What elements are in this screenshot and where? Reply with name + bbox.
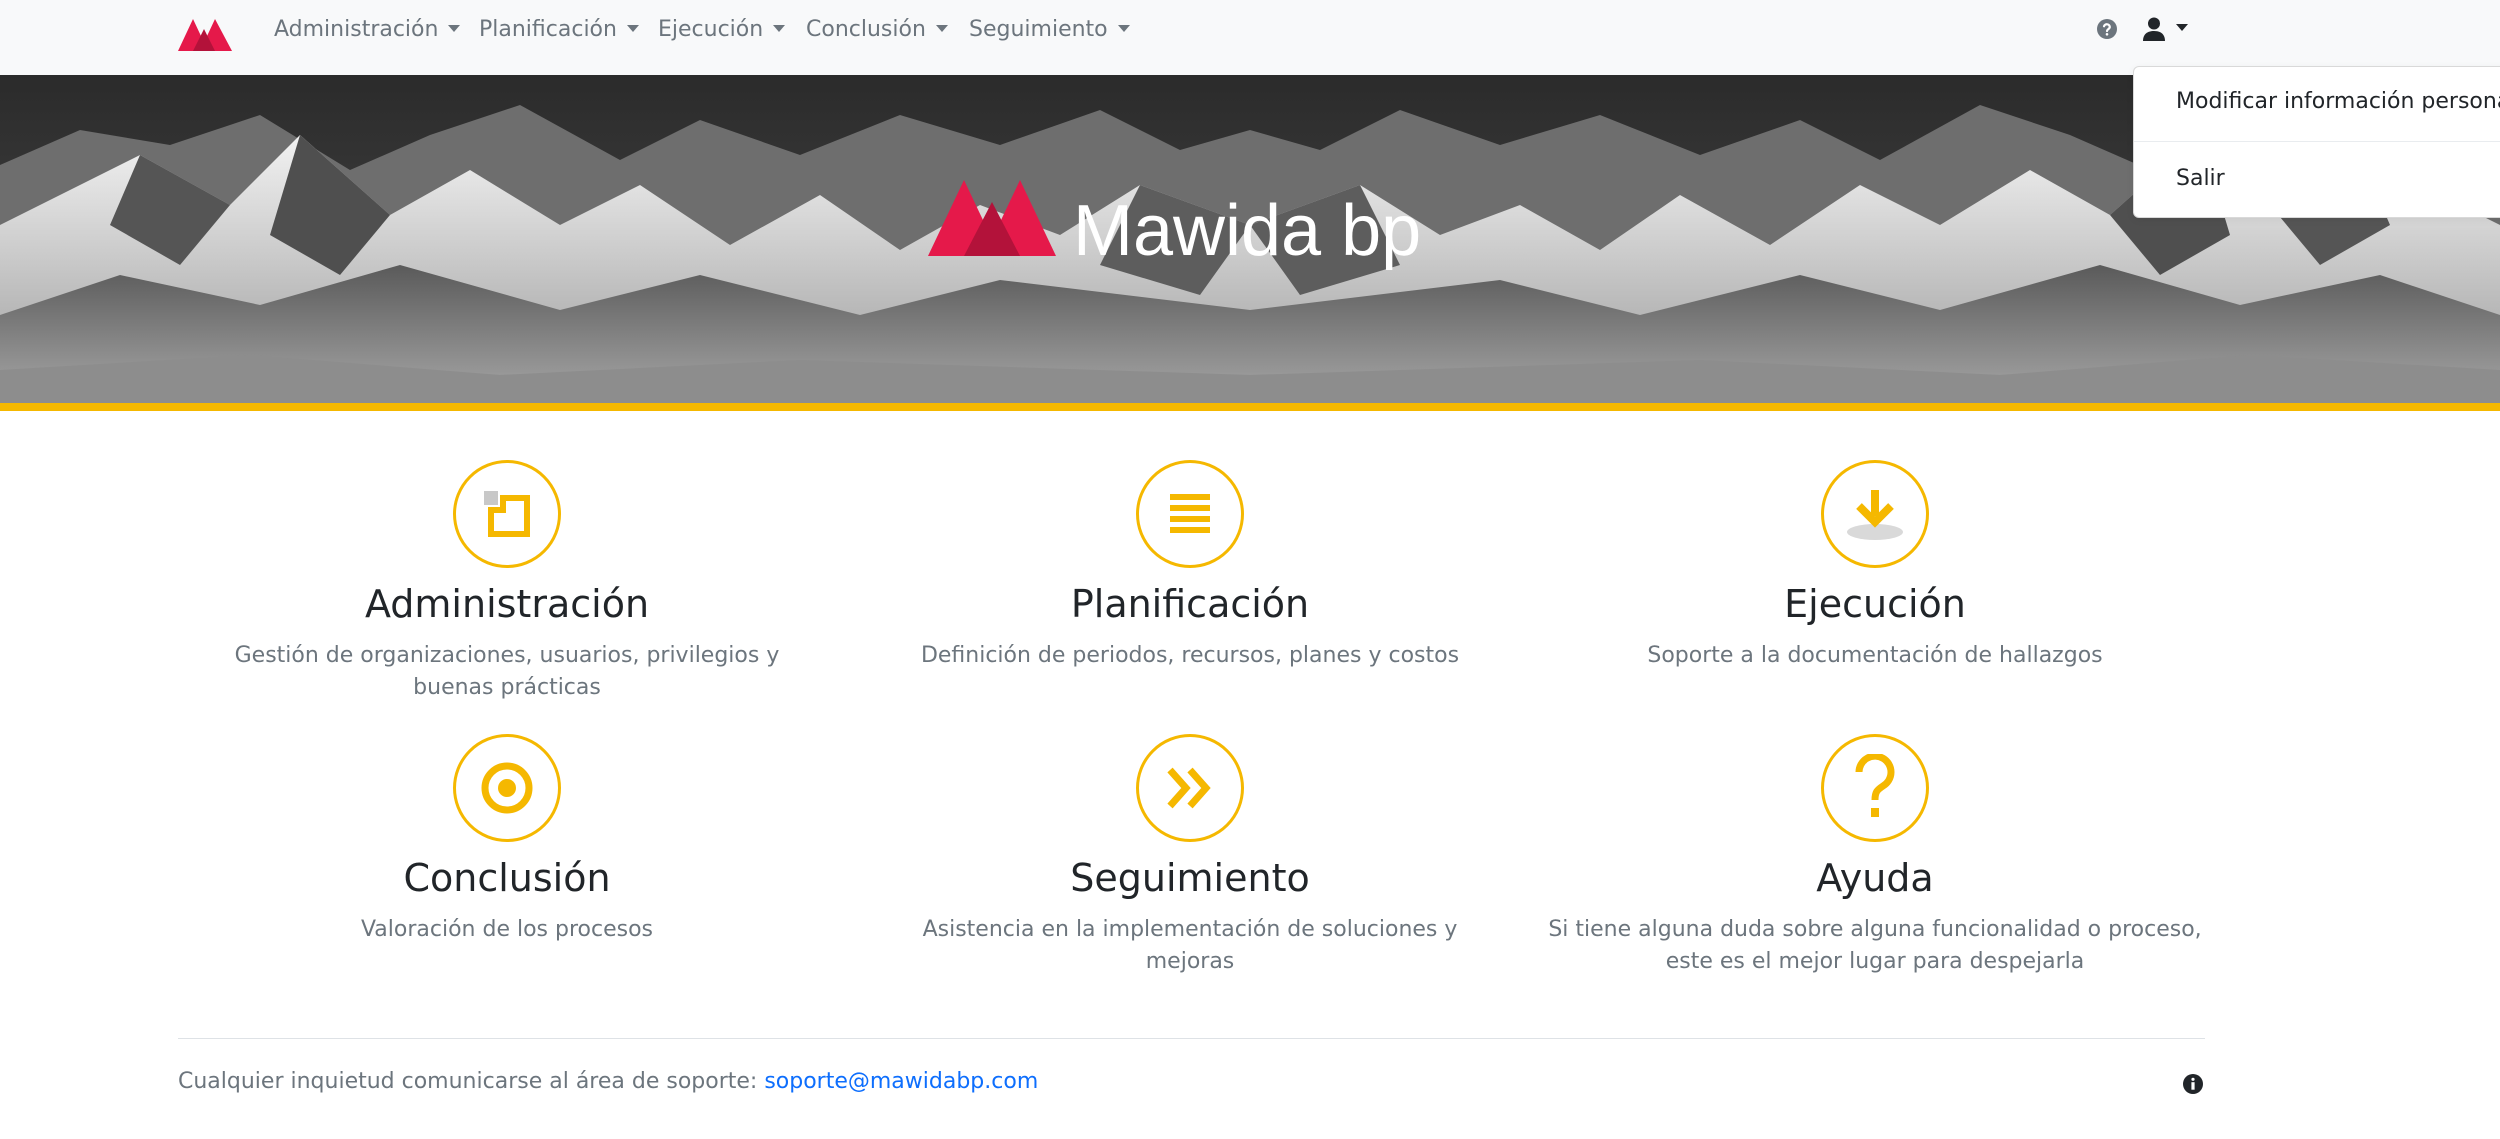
footer-support-text: Cualquier inquietud comunicarse al área …: [178, 1069, 1038, 1094]
feature-ayuda: Ayuda Si tiene alguna duda sobre alguna …: [1545, 734, 2205, 978]
feature-icon-button[interactable]: [453, 460, 561, 568]
nav-menu-planificacion[interactable]: Planificación: [479, 0, 639, 60]
feature-description: Definición de periodos, recursos, planes…: [920, 643, 1460, 668]
hero-brand-logo: [928, 180, 1056, 256]
menu-item-salir[interactable]: Salir: [2176, 166, 2225, 191]
feature-icon-button[interactable]: [1821, 460, 1929, 568]
feature-title[interactable]: Seguimiento: [880, 854, 1500, 902]
question-mark-icon: [1855, 754, 1895, 817]
feature-title[interactable]: Ejecución: [1565, 580, 2185, 628]
planning-list-icon: [1170, 494, 1210, 533]
nav-menu-seguimiento[interactable]: Seguimiento: [969, 0, 1130, 60]
double-chevron-right-icon: [1167, 767, 1211, 809]
footer-support-label: Cualquier inquietud comunicarse al área …: [178, 1069, 758, 1094]
nav-menu-ejecucion[interactable]: Ejecución: [658, 0, 786, 60]
feature-ejecucion: Ejecución Soporte a la documentación de …: [1565, 460, 2185, 672]
hero-title: Mawida bp: [1073, 191, 1422, 271]
user-dropdown-menu: Modificar información personal Salir: [2133, 66, 2500, 218]
feature-planificacion: Planificación Definición de periodos, re…: [880, 460, 1500, 672]
feature-description: Gestión de organizaciones, usuarios, pri…: [234, 643, 780, 700]
caret-down-icon: [773, 25, 786, 32]
caret-down-icon: [935, 25, 948, 32]
caret-down-icon: [448, 25, 461, 32]
hero-accent-band: [0, 403, 2500, 411]
feature-administracion: Administración Gestión de organizaciones…: [197, 460, 817, 704]
nav-menu-label: Planificación: [479, 17, 617, 42]
question-circle-icon[interactable]: [2095, 17, 2119, 41]
download-arrow-icon: [1847, 490, 1903, 540]
caret-down-icon: [2176, 24, 2189, 31]
feature-seguimiento: Seguimiento Asistencia en la implementac…: [880, 734, 1500, 978]
feature-title[interactable]: Administración: [197, 580, 817, 628]
feature-title[interactable]: Planificación: [880, 580, 1500, 628]
nav-menu-conclusion[interactable]: Conclusión: [806, 0, 948, 60]
user-icon: [2143, 17, 2165, 41]
menu-item-modificar-informacion[interactable]: Modificar información personal: [2176, 89, 2500, 114]
feature-icon-button[interactable]: [453, 734, 561, 842]
feature-conclusion: Conclusión Valoración de los procesos: [197, 734, 817, 946]
feature-icon-button[interactable]: [1821, 734, 1929, 842]
support-email-link[interactable]: soporte@mawidabp.com: [764, 1069, 1038, 1094]
caret-down-icon: [626, 25, 639, 32]
nav-menu-label: Seguimiento: [969, 17, 1108, 42]
brand-logo[interactable]: [178, 19, 232, 51]
nav-menu-label: Conclusión: [806, 17, 926, 42]
top-navbar: Administración Planificación Ejecución C…: [0, 0, 2500, 75]
footer-divider: [178, 1038, 2205, 1039]
feature-description: Si tiene alguna duda sobre alguna funcio…: [1548, 917, 2202, 974]
nav-menu-label: Ejecución: [658, 17, 764, 42]
info-circle-icon[interactable]: [2182, 1073, 2204, 1095]
nav-menu-label: Administración: [274, 17, 439, 42]
dropdown-divider: [2134, 141, 2500, 142]
feature-icon-button[interactable]: [1136, 460, 1244, 568]
administration-icon: [484, 491, 530, 537]
feature-icon-button[interactable]: [1136, 734, 1244, 842]
nav-menu-administracion[interactable]: Administración: [274, 0, 461, 60]
feature-description: Soporte a la documentación de hallazgos: [1647, 643, 2103, 668]
caret-down-icon: [1117, 25, 1130, 32]
feature-title[interactable]: Ayuda: [1545, 854, 2205, 902]
target-icon: [481, 762, 533, 814]
user-menu-toggle[interactable]: [2143, 17, 2189, 41]
feature-title[interactable]: Conclusión: [197, 854, 817, 902]
feature-description: Valoración de los procesos: [360, 917, 654, 942]
feature-description: Asistencia en la implementación de soluc…: [922, 917, 1458, 974]
